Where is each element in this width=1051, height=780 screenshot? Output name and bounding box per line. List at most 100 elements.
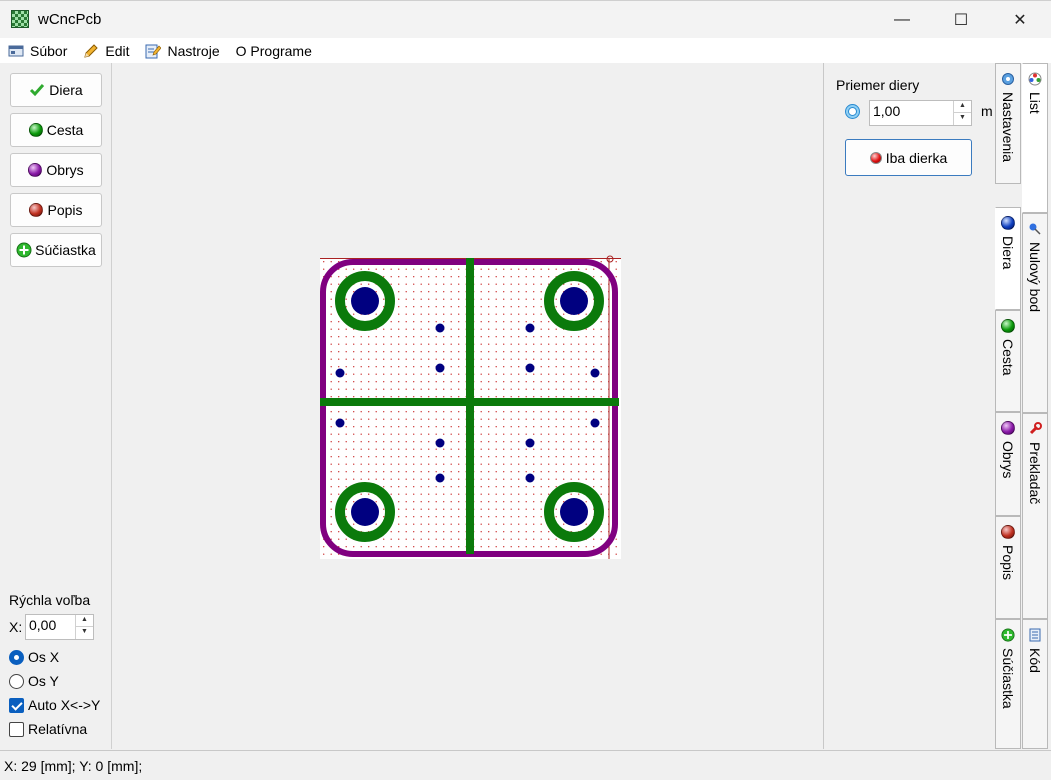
green-orb-icon [1001,319,1015,333]
window-title: wCncPcb [38,11,102,28]
tab-obrys[interactable]: Obrys [995,412,1021,516]
diera-button[interactable]: Diera [10,73,102,107]
cesta-button[interactable]: Cesta [10,113,102,147]
tab-kod-label: Kód [1027,648,1043,673]
close-button[interactable]: ✕ [997,1,1043,39]
radio-empty-icon [9,673,24,689]
os-y-label: Os Y [28,673,59,689]
os-x-label: Os X [28,649,60,665]
tab-diera[interactable]: Diera [995,207,1021,310]
tab-obrys-label: Obrys [1000,441,1016,479]
suciastka-button[interactable]: Súčiastka [10,233,102,267]
tab-nulovy-bod-label: Nulový bod [1027,242,1043,313]
radio-selected-icon [9,649,24,665]
close-icon: ✕ [1013,12,1027,29]
menu-edit-label: Edit [105,42,130,59]
pencil-icon [84,43,99,58]
tab-list[interactable]: List [1022,63,1048,213]
menu-edit[interactable]: Edit [83,43,129,59]
menu-o-programe-label: O Programe [235,42,312,59]
pcb-canvas[interactable] [113,63,823,749]
gear-icon [1002,73,1014,85]
only-hole-button[interactable]: Iba dierka [845,139,972,176]
cesta-button-label: Cesta [46,122,84,138]
checkmark-icon [30,84,45,97]
auto-xy-label: Auto X<->Y [28,697,101,713]
quick-x-value: 0,00 [29,617,57,633]
obrys-button-label: Obrys [46,162,84,178]
status-bar: X: 29 [mm]; Y: 0 [mm]; [0,750,1051,780]
relativna-label: Relatívna [28,721,88,737]
spin-arrows[interactable]: ▲ ▼ [75,615,93,639]
tab-nastavenia-label: Nastavenia [1000,92,1016,163]
checkbox-checked-icon [9,697,24,713]
tab-cesta[interactable]: Cesta [995,310,1021,412]
checkbox-unchecked-icon [9,721,24,737]
wrench-icon [1029,422,1042,435]
menu-bar: Súbor Edit Nastroje O Programe [0,38,1051,63]
app-icon [11,10,29,28]
tab-prekladac-label: Prekladač [1027,442,1043,505]
menu-nastroje[interactable]: Nastroje [145,43,220,59]
document-icon [1029,628,1041,642]
green-orb-icon [28,123,43,137]
quick-x-spinbox[interactable]: 0,00 ▲ ▼ [25,614,94,640]
tab-suciastka[interactable]: Súčiastka [995,619,1021,749]
property-panel: Priemer diery 1,00 ▲ ▼ m Iba dierka [823,63,995,749]
x-label: X: [9,619,23,635]
unit-label: m [981,103,993,119]
menu-subor-label: Súbor [30,42,68,59]
pin-icon [1029,223,1041,235]
notepad-pencil-icon [145,44,162,58]
status-coordinates: X: 29 [mm]; Y: 0 [mm]; [4,758,143,774]
os-y-radio[interactable]: Os Y [9,673,59,689]
popis-button-label: Popis [47,202,83,218]
tab-popis[interactable]: Popis [995,516,1021,619]
tab-nastavenia[interactable]: Nastavenia [995,63,1021,184]
auto-xy-checkbox[interactable]: Auto X<->Y [9,697,100,713]
color-wheel-icon [1028,72,1042,86]
spin-up-icon[interactable]: ▲ [76,615,93,627]
spin-down-icon[interactable]: ▼ [76,627,93,639]
minimize-button[interactable]: — [879,1,925,39]
minimize-icon: — [894,11,910,28]
quick-select-title: Rýchla voľba [9,592,91,608]
menu-subor[interactable]: Súbor [8,43,67,59]
blue-orb-icon [1001,216,1015,230]
title-bar: wCncPcb — ☐ ✕ [0,0,1051,38]
maximize-button[interactable]: ☐ [938,1,984,39]
purple-orb-icon [1001,421,1015,435]
hole-diameter-label: Priemer diery [836,77,920,93]
obrys-button[interactable]: Obrys [10,153,102,187]
add-circle-icon [16,242,32,258]
pcb-drawing[interactable] [113,63,823,749]
diera-button-label: Diera [49,82,83,98]
spin-arrows[interactable]: ▲ ▼ [953,101,971,125]
red-dot-icon [869,151,882,164]
purple-orb-icon [28,163,43,177]
os-x-radio[interactable]: Os X [9,649,59,665]
tab-cesta-label: Cesta [1000,339,1016,376]
menu-o-programe[interactable]: O Programe [236,43,312,59]
tab-nulovy-bod[interactable]: Nulový bod [1022,213,1048,413]
hole-diameter-value: 1,00 [873,103,901,119]
hole-ring-icon [845,104,860,119]
suciastka-button-label: Súčiastka [35,242,96,258]
tab-prekladac[interactable]: Prekladač [1022,413,1048,619]
spin-up-icon[interactable]: ▲ [954,101,971,113]
tab-kod[interactable]: Kód [1022,619,1048,749]
red-orb-icon [29,203,44,217]
tab-popis-label: Popis [1000,545,1016,581]
only-hole-button-label: Iba dierka [885,149,948,166]
inner-tab-column: Nastavenia Diera Cesta Obrys Popis Súčia… [995,63,1022,749]
hole-diameter-spinbox[interactable]: 1,00 ▲ ▼ [869,100,972,126]
outer-tab-column: List Nulový bod Prekladač Kód [1022,63,1048,749]
relativna-checkbox[interactable]: Relatívna [9,721,87,737]
file-menu-icon [8,45,24,56]
spin-down-icon[interactable]: ▼ [954,113,971,125]
tab-diera-label: Diera [1000,236,1016,270]
add-circle-icon [1001,628,1015,642]
tab-suciastka-label: Súčiastka [1000,648,1016,709]
popis-button[interactable]: Popis [10,193,102,227]
tool-panel: Diera Cesta Obrys Popis Súčiastka Rýchla… [0,63,112,749]
